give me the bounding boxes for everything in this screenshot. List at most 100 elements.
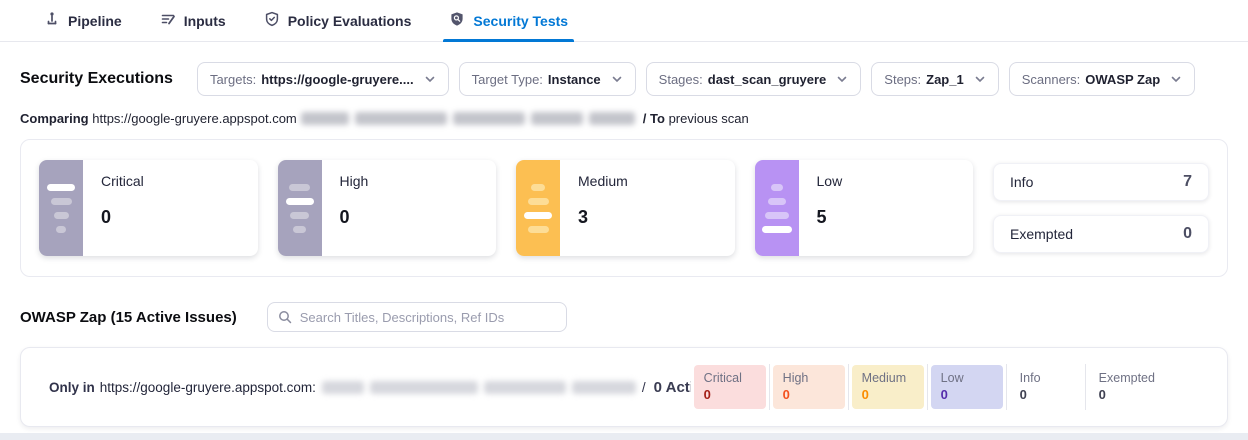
- dropdown-label: Scanners:: [1022, 72, 1081, 87]
- card-label: Medium: [578, 173, 628, 189]
- card-label: High: [340, 173, 369, 189]
- inputs-icon: [160, 11, 176, 30]
- tab-policy-evaluations[interactable]: Policy Evaluations: [264, 0, 412, 41]
- page-background-strip: [0, 433, 1248, 440]
- badge-value: 0: [941, 387, 993, 402]
- shield-check-icon: [264, 11, 280, 30]
- scanners-dropdown[interactable]: Scanners: OWASP Zap: [1009, 62, 1195, 96]
- divider: [848, 364, 849, 410]
- badge-label: Medium: [862, 371, 914, 385]
- comparing-to-label: To: [650, 111, 665, 126]
- dropdown-value: Zap_1: [926, 72, 964, 87]
- targets-dropdown[interactable]: Targets: https://google-gruyere....: [197, 62, 449, 96]
- issue-row-card[interactable]: Only in https://google-gruyere.appspot.c…: [20, 347, 1228, 427]
- exempted-card[interactable]: Exempted 0: [993, 215, 1209, 253]
- divider: [1006, 364, 1007, 410]
- dropdown-value: https://google-gruyere....: [261, 72, 413, 87]
- info-card[interactable]: Info 7: [993, 163, 1209, 201]
- shield-scan-icon: [449, 11, 465, 30]
- info-exempted-column: Info 7 Exempted 0: [993, 160, 1209, 256]
- tab-bar: Pipeline Inputs Policy Evaluations: [0, 0, 1248, 42]
- comparing-line: Comparing https://google-gruyere.appspot…: [20, 111, 1228, 126]
- badge-label: Info: [1020, 371, 1072, 385]
- dropdown-label: Target Type:: [472, 72, 543, 87]
- card-label: Low: [817, 173, 843, 189]
- issue-separator: /: [642, 380, 646, 395]
- divider: [769, 364, 770, 410]
- severity-badges: Critical 0 High 0 Medium 0 Low 0 Info 0 …: [691, 364, 1164, 410]
- divider: [1085, 364, 1086, 410]
- chevron-down-icon: [836, 73, 848, 85]
- comparing-separator: /: [643, 111, 647, 126]
- card-value: 5: [817, 207, 843, 228]
- redacted-text: [322, 381, 636, 394]
- card-value: 0: [101, 207, 144, 228]
- owasp-section-title: OWASP Zap (15 Active Issues): [20, 309, 237, 326]
- tab-inputs[interactable]: Inputs: [160, 0, 226, 41]
- dropdown-label: Targets:: [210, 72, 256, 87]
- badge-value: 0: [1020, 387, 1072, 402]
- tab-label: Pipeline: [68, 13, 122, 29]
- target-type-dropdown[interactable]: Target Type: Instance: [459, 62, 636, 96]
- pipeline-icon: [44, 11, 60, 30]
- severity-summary-panel: Critical 0 High 0 Medium 3 Low 5: [20, 139, 1228, 277]
- dropdown-value: dast_scan_gruyere: [708, 72, 827, 87]
- badge-value: 0: [704, 387, 756, 402]
- badge-value: 0: [862, 387, 914, 402]
- tab-label: Inputs: [184, 13, 226, 29]
- badge-label: Low: [941, 371, 993, 385]
- search-box[interactable]: [267, 302, 567, 332]
- only-in-label: Only in: [49, 380, 95, 395]
- owasp-header-row: OWASP Zap (15 Active Issues): [20, 302, 1228, 332]
- low-card[interactable]: Low 5: [755, 160, 974, 256]
- badge-label: Critical: [704, 371, 756, 385]
- comparing-label: Comparing: [20, 111, 89, 126]
- medium-badge: Medium 0: [852, 365, 924, 409]
- low-severity-icon: [755, 160, 799, 256]
- divider: [927, 364, 928, 410]
- critical-severity-icon: [39, 160, 83, 256]
- tab-label: Security Tests: [473, 13, 568, 29]
- low-badge: Low 0: [931, 365, 1003, 409]
- tab-label: Policy Evaluations: [288, 13, 412, 29]
- badge-label: Exempted: [1099, 371, 1151, 385]
- card-value: 0: [340, 207, 369, 228]
- dropdown-label: Steps:: [884, 72, 921, 87]
- exempted-badge: Exempted 0: [1089, 365, 1161, 409]
- critical-badge: Critical 0: [694, 365, 766, 409]
- chevron-down-icon: [974, 73, 986, 85]
- steps-dropdown[interactable]: Steps: Zap_1: [871, 62, 998, 96]
- badge-value: 0: [1099, 387, 1151, 402]
- issue-url: https://google-gruyere.appspot.com:: [100, 380, 316, 395]
- tab-security-tests[interactable]: Security Tests: [449, 0, 568, 41]
- active-issues-count: 0 Active Issues: [654, 379, 691, 396]
- issue-row-text: Only in https://google-gruyere.appspot.c…: [49, 379, 691, 396]
- filters-row: Security Executions Targets: https://goo…: [20, 62, 1228, 96]
- comparing-to-value: previous scan: [669, 111, 749, 126]
- dropdown-value: OWASP Zap: [1085, 72, 1160, 87]
- card-value: 0: [1183, 225, 1192, 243]
- critical-card[interactable]: Critical 0: [39, 160, 258, 256]
- badge-value: 0: [783, 387, 835, 402]
- comparing-url: https://google-gruyere.appspot.com: [92, 111, 297, 126]
- stages-dropdown[interactable]: Stages: dast_scan_gruyere: [646, 62, 862, 96]
- high-card[interactable]: High 0: [278, 160, 497, 256]
- medium-card[interactable]: Medium 3: [516, 160, 735, 256]
- chevron-down-icon: [611, 73, 623, 85]
- card-value: 3: [578, 207, 628, 228]
- redacted-text: [301, 112, 635, 125]
- search-input[interactable]: [300, 310, 556, 325]
- high-badge: High 0: [773, 365, 845, 409]
- dropdown-value: Instance: [548, 72, 601, 87]
- tab-pipeline[interactable]: Pipeline: [44, 0, 122, 41]
- chevron-down-icon: [424, 73, 436, 85]
- high-severity-icon: [278, 160, 322, 256]
- card-label: Info: [1010, 174, 1033, 190]
- info-badge: Info 0: [1010, 365, 1082, 409]
- card-label: Exempted: [1010, 226, 1073, 242]
- badge-label: High: [783, 371, 835, 385]
- dropdown-label: Stages:: [659, 72, 703, 87]
- card-label: Critical: [101, 173, 144, 189]
- page-title: Security Executions: [20, 70, 173, 88]
- card-value: 7: [1183, 173, 1192, 191]
